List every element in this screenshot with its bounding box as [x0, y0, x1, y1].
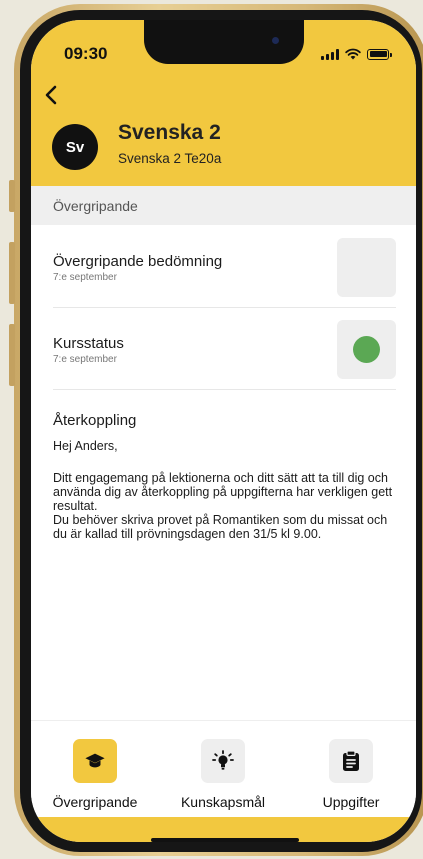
- battery-icon: [367, 48, 392, 60]
- section-header: Övergripande: [31, 186, 416, 225]
- tab-label: Uppgifter: [322, 794, 380, 810]
- tab-icon-box: [329, 739, 373, 783]
- signal-icon: [321, 48, 339, 60]
- camera-dot: [272, 37, 279, 44]
- wifi-icon: [345, 48, 361, 60]
- page-title: Svenska 2: [118, 121, 221, 144]
- status-icons: [321, 48, 392, 60]
- course-status-row[interactable]: Kursstatus 7:e september: [53, 307, 396, 390]
- tab-bar: Övergripande Kunskapsmål Uppgifter: [31, 720, 416, 818]
- status-box: [337, 320, 396, 379]
- tab-label: Övergripande: [52, 794, 138, 810]
- graduation-cap-icon: [85, 753, 105, 768]
- tab-icon-box: [73, 739, 117, 783]
- row-date: 7:e september: [53, 272, 117, 283]
- volume-down-button: [9, 324, 15, 386]
- status-indicator: [353, 336, 380, 363]
- lightbulb-icon: [212, 750, 234, 770]
- section-label: Övergripande: [53, 198, 138, 214]
- course-header: 09:30 Sv Svenska 2 Svenska 2 Te20a: [31, 20, 416, 186]
- tab-icon-box: [201, 739, 245, 783]
- tab-label: Kunskapsmål: [180, 794, 266, 810]
- volume-up-button: [9, 242, 15, 304]
- row-title: Kursstatus: [53, 335, 124, 352]
- clipboard-icon: [343, 750, 359, 771]
- feedback-title: Återkoppling: [53, 412, 137, 429]
- avatar: Sv: [52, 124, 98, 170]
- row-title: Övergripande bedömning: [53, 253, 223, 270]
- mute-switch: [9, 180, 15, 212]
- back-arrow-icon[interactable]: [39, 82, 65, 108]
- feedback-body: Ditt engagemang på lektionerna och ditt …: [53, 471, 393, 541]
- feedback-greeting: Hej Anders,: [53, 439, 118, 453]
- app-screen: 09:30 Sv Svenska 2 Svenska 2 Te20a Överg…: [31, 20, 416, 842]
- tab-knowledge-goals[interactable]: Kunskapsmål: [159, 739, 287, 819]
- assessment-row[interactable]: Övergripande bedömning 7:e september: [53, 225, 396, 308]
- notch: [144, 20, 304, 64]
- course-subtitle: Svenska 2 Te20a: [118, 151, 222, 166]
- row-date: 7:e september: [53, 354, 117, 365]
- tab-overview[interactable]: Övergripande: [31, 739, 159, 819]
- home-indicator[interactable]: [151, 838, 299, 842]
- status-time: 09:30: [64, 44, 108, 63]
- tab-assignments[interactable]: Uppgifter: [287, 739, 415, 819]
- grade-box: [337, 238, 396, 297]
